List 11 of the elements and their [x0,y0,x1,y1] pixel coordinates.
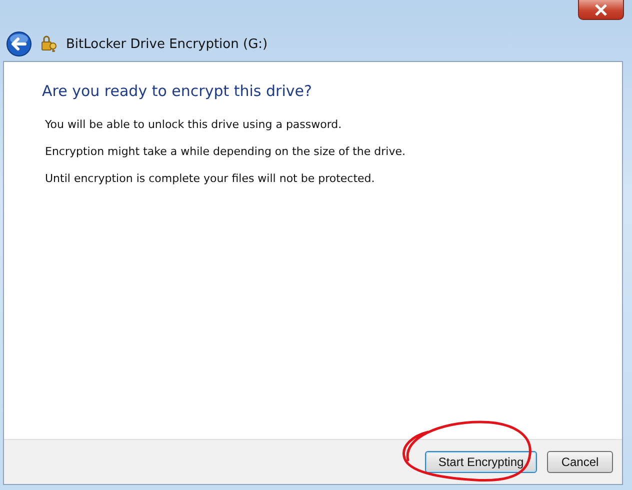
close-icon [594,4,608,16]
start-button[interactable]: Start Encrypting [425,451,537,473]
paragraph: Until encryption is complete your files will not be protected. [45,172,376,185]
paragraph: You will be able to unlock this drive using a password. [45,118,343,131]
key-lock-icon [40,35,58,53]
paragraph: Encryption might take a while depending on the size of the drive. [45,145,406,158]
close-button[interactable] [578,0,624,20]
back-button[interactable] [6,31,32,57]
heading: Are you ready to encrypt this drive? [42,82,313,100]
window-title: BitLocker Drive Encryption (G:) [66,36,268,52]
cancel-button[interactable]: Cancel [547,451,613,473]
